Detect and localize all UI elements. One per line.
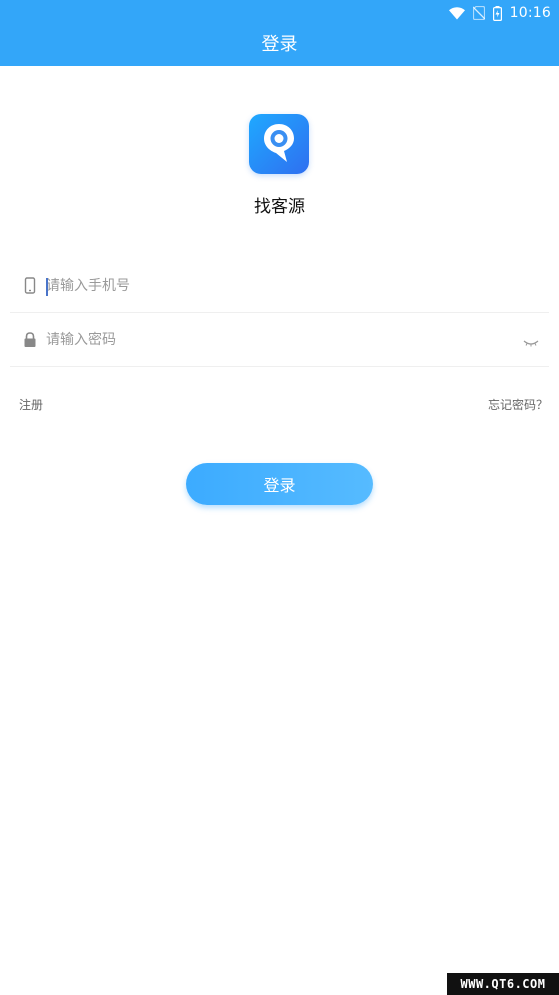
login-button[interactable]: 登录 (186, 463, 373, 505)
eye-closed-icon[interactable] (523, 334, 539, 347)
app-header: 10:16 登录 (0, 0, 559, 66)
app-logo (249, 114, 309, 174)
password-input[interactable] (46, 327, 506, 353)
lock-icon (22, 331, 38, 349)
phone-input[interactable] (46, 273, 506, 299)
register-link[interactable]: 注册 (19, 396, 43, 413)
map-pin-icon (259, 120, 299, 168)
status-time: 10:16 (509, 5, 551, 21)
phone-row (10, 261, 549, 313)
site-watermark: WWW.QT6.COM (447, 973, 559, 995)
battery-charging-icon (492, 5, 502, 21)
no-sim-icon (472, 6, 485, 20)
page-title: 登录 (261, 34, 298, 55)
password-row (10, 315, 549, 367)
text-caret (46, 278, 48, 296)
phone-icon (22, 277, 38, 295)
wifi-icon (448, 6, 465, 20)
app-name: 找客源 (254, 197, 305, 217)
status-bar: 10:16 (448, 2, 551, 24)
forgot-password-link[interactable]: 忘记密码？ (488, 396, 548, 413)
